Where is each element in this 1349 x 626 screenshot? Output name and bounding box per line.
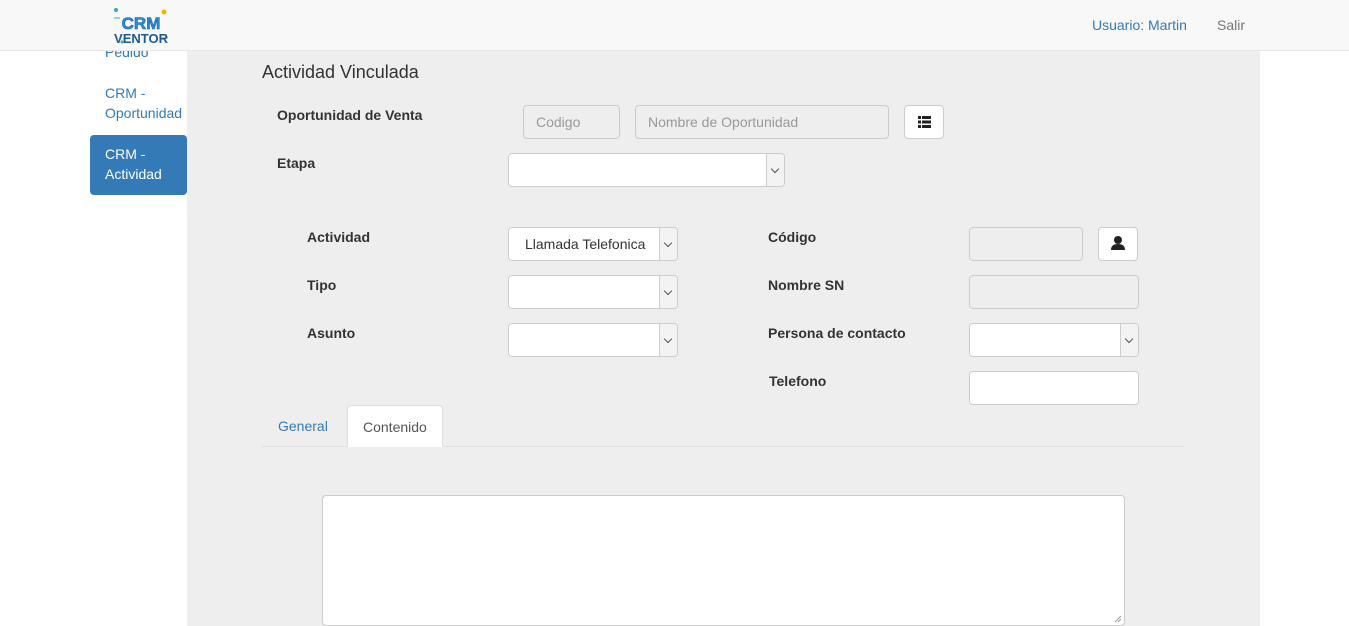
telefono-label: Telefono: [769, 373, 827, 389]
persona-contacto-select[interactable]: [969, 323, 1139, 357]
actividad-value: Llamada Telefonica: [525, 236, 646, 252]
tab-label: Contenido: [363, 419, 427, 435]
codigo-label: Código: [768, 229, 817, 245]
codigo-sn-input[interactable]: [969, 227, 1083, 261]
tab-contenido[interactable]: Contenido: [347, 405, 443, 447]
chevron-down-icon: [659, 324, 677, 356]
telefono-input[interactable]: [969, 371, 1139, 405]
etapa-select[interactable]: [508, 153, 785, 187]
chevron-down-icon: [1120, 324, 1138, 356]
top-navbar: CRM VENTOR Usuario: Martin Salir: [0, 0, 1349, 51]
chevron-down-icon: [659, 228, 677, 260]
actividad-label: Actividad: [307, 229, 371, 245]
sidebar-item-label-line2: Oportunidad: [105, 105, 183, 121]
chevron-down-icon: [766, 154, 784, 186]
persona-contacto-label: Persona de contacto: [768, 325, 906, 341]
oportunidad-label: Oportunidad de Venta: [277, 107, 423, 123]
tab-general[interactable]: General: [263, 405, 343, 447]
logout-link[interactable]: Salir: [1217, 17, 1245, 33]
user-icon: [1111, 236, 1125, 250]
nombre-sn-input[interactable]: [969, 275, 1139, 309]
sidebar-item-label-line2: Actividad: [105, 166, 162, 182]
chevron-down-icon: [659, 276, 677, 308]
actividad-select[interactable]: Llamada Telefonica: [508, 227, 678, 261]
section-title: Actividad Vinculada: [262, 62, 419, 82]
contenido-textarea[interactable]: [322, 495, 1125, 626]
main-panel: Actividad Vinculada Oportunidad de Venta…: [187, 51, 1260, 626]
resize-grip-icon[interactable]: [1114, 615, 1122, 623]
logo-text-bottom: VENTOR: [114, 31, 169, 46]
list-icon: [918, 116, 931, 128]
codigo-placeholder: Codigo: [536, 114, 581, 130]
nombre-sn-label: Nombre SN: [768, 277, 845, 293]
sidebar-item-crm-oportunidad[interactable]: CRM - Oportunidad: [90, 83, 187, 123]
asunto-label: Asunto: [307, 325, 356, 341]
sidebar-item-label-line1: CRM -: [105, 85, 146, 101]
list-oportunidades-button[interactable]: [904, 105, 944, 139]
nombre-oportunidad-input[interactable]: Nombre de Oportunidad: [635, 105, 889, 139]
sidebar-item-crm-actividad[interactable]: CRM - Actividad: [90, 135, 187, 195]
etapa-label: Etapa: [277, 155, 316, 171]
sidebar-item-label-line1: CRM -: [105, 146, 146, 162]
tipo-select[interactable]: [508, 275, 678, 309]
tipo-label: Tipo: [307, 277, 337, 293]
crm-ventor-logo[interactable]: CRM VENTOR: [110, 4, 172, 48]
tab-label: General: [278, 418, 328, 434]
asunto-select[interactable]: [508, 323, 678, 357]
nombre-oportunidad-placeholder: Nombre de Oportunidad: [648, 114, 799, 130]
user-link[interactable]: Usuario: Martin: [1092, 17, 1187, 33]
codigo-oportunidad-input[interactable]: Codigo: [523, 105, 620, 139]
search-socio-button[interactable]: [1098, 227, 1138, 261]
